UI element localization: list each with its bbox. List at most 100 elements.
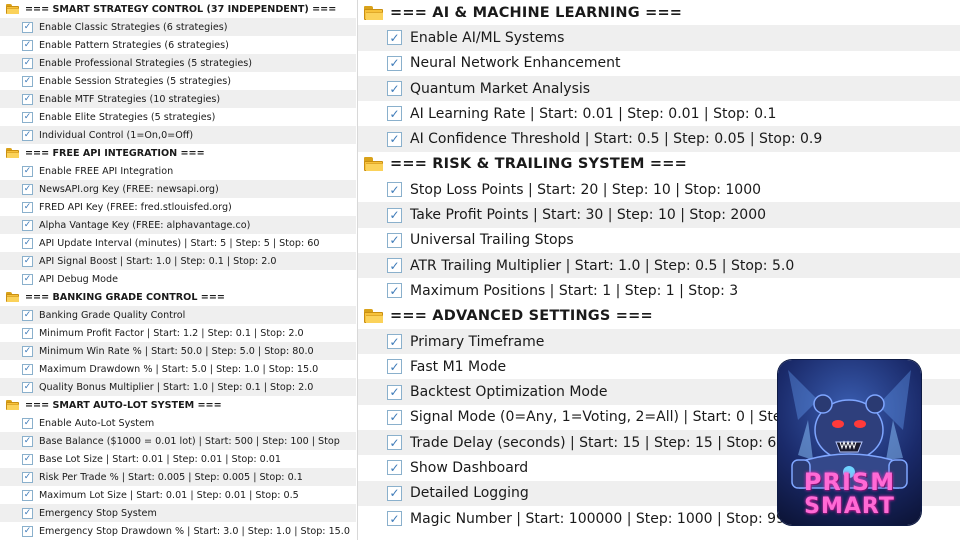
setting-label: Enable AI/ML Systems <box>410 29 565 46</box>
setting-row[interactable]: ✓ Enable Session Strategies (5 strategies… <box>0 72 356 90</box>
checkbox-checked-icon[interactable]: ✓ <box>387 359 402 375</box>
setting-row[interactable]: ✓ Maximum Drawdown % | Start: 5.0 | Step:… <box>0 360 356 378</box>
checkbox-checked-icon[interactable]: ✓ <box>387 30 402 46</box>
checkbox-checked-icon[interactable]: ✓ <box>387 409 402 425</box>
checkbox-checked-icon[interactable]: ✓ <box>387 283 402 299</box>
section-header[interactable]: === ADVANCED SETTINGS === <box>358 303 960 329</box>
checkbox-checked-icon[interactable]: ✓ <box>22 129 33 141</box>
setting-row[interactable]: ✓ Quantum Market Analysis <box>358 75 960 102</box>
checkbox-checked-icon[interactable]: ✓ <box>22 507 33 519</box>
section-header[interactable]: === SMART STRATEGY CONTROL (37 INDEPENDE… <box>0 0 356 18</box>
setting-row[interactable]: ✓ Quality Bonus Multiplier | Start: 1.0 |… <box>0 378 356 396</box>
checkbox-checked-icon[interactable]: ✓ <box>387 334 402 349</box>
setting-row[interactable]: ✓ Base Lot Size | Start: 0.01 | Step: 0.0… <box>0 450 356 468</box>
setting-row[interactable]: ✓ Emergency Stop Drawdown % | Start: 3.0 … <box>0 522 356 540</box>
section-header[interactable]: === AI & MACHINE LEARNING === <box>358 0 960 26</box>
setting-row[interactable]: ✓ Enable Auto-Lot System <box>0 414 356 432</box>
setting-row[interactable]: ✓ ATR Trailing Multiplier | Start: 1.0 | … <box>358 252 960 279</box>
setting-row[interactable]: ✓ Minimum Profit Factor | Start: 1.2 | St… <box>0 324 356 342</box>
checkbox-checked-icon[interactable]: ✓ <box>387 81 402 97</box>
checkbox-checked-icon[interactable]: ✓ <box>387 384 402 400</box>
checkbox-checked-icon[interactable]: ✓ <box>22 93 33 105</box>
setting-row[interactable]: ✓ Enable AI/ML Systems <box>358 25 960 51</box>
setting-row[interactable]: ✓ Primary Timeframe <box>358 328 960 355</box>
checkbox-checked-icon[interactable]: ✓ <box>22 471 33 483</box>
setting-row[interactable]: ✓ AI Learning Rate | Start: 0.01 | Step: … <box>358 101 960 127</box>
checkbox-checked-icon[interactable]: ✓ <box>387 460 402 476</box>
setting-row[interactable]: ✓ Maximum Positions | Start: 1 | Step: 1 … <box>358 278 960 304</box>
setting-row[interactable]: ✓ Banking Grade Quality Control <box>0 306 356 324</box>
left-settings-panel: === SMART STRATEGY CONTROL (37 INDEPENDE… <box>0 0 356 540</box>
setting-row[interactable]: ✓ API Update Interval (minutes) | Start: … <box>0 234 356 252</box>
setting-row[interactable]: ✓ Individual Control (1=On,0=Off) <box>0 126 356 144</box>
checkbox-checked-icon[interactable]: ✓ <box>387 435 402 451</box>
checkbox-checked-icon[interactable]: ✓ <box>22 75 33 87</box>
checkbox-checked-icon[interactable]: ✓ <box>387 485 402 501</box>
section-header[interactable]: === SMART AUTO-LOT SYSTEM === <box>0 396 356 414</box>
checkbox-checked-icon[interactable]: ✓ <box>22 489 33 501</box>
checkbox-checked-icon[interactable]: ✓ <box>387 182 402 198</box>
folder-icon <box>364 309 383 324</box>
setting-row[interactable]: ✓ AI Confidence Threshold | Start: 0.5 | … <box>358 126 960 152</box>
setting-label: Emergency Stop System <box>39 507 157 519</box>
section-header[interactable]: === FREE API INTEGRATION === <box>0 144 356 162</box>
checkbox-checked-icon[interactable]: ✓ <box>22 165 33 177</box>
checkbox-checked-icon[interactable]: ✓ <box>22 453 33 465</box>
setting-row[interactable]: ✓ Enable Professional Strategies (5 strat… <box>0 54 356 72</box>
setting-row[interactable]: ✓ Stop Loss Points | Start: 20 | Step: 10… <box>358 177 960 203</box>
setting-row[interactable]: ✓ Risk Per Trade % | Start: 0.005 | Step:… <box>0 468 356 486</box>
setting-label: FRED API Key (FREE: fred.stlouisfed.org) <box>39 201 232 213</box>
section-header[interactable]: === RISK & TRAILING SYSTEM === <box>358 151 960 178</box>
setting-row[interactable]: ✓ Emergency Stop System <box>0 504 356 522</box>
setting-row[interactable]: ✓ FRED API Key (FREE: fred.stlouisfed.org… <box>0 198 356 216</box>
setting-row[interactable]: ✓ Minimum Win Rate % | Start: 50.0 | Step… <box>0 342 356 360</box>
setting-label: Show Dashboard <box>410 459 529 476</box>
checkbox-checked-icon[interactable]: ✓ <box>387 106 402 122</box>
setting-row[interactable]: ✓ API Signal Boost | Start: 1.0 | Step: 0… <box>0 252 356 270</box>
checkbox-checked-icon[interactable]: ✓ <box>22 57 33 69</box>
section-header[interactable]: === BANKING GRADE CONTROL === <box>0 288 356 306</box>
setting-label: Quality Bonus Multiplier | Start: 1.0 | … <box>39 381 314 393</box>
setting-row[interactable]: ✓ Enable Elite Strategies (5 strategies) <box>0 108 356 126</box>
setting-row[interactable]: ✓ Alpha Vantage Key (FREE: alphavantage.c… <box>0 216 356 234</box>
checkbox-checked-icon[interactable]: ✓ <box>22 255 33 267</box>
setting-row[interactable]: ✓ Universal Trailing Stops <box>358 227 960 253</box>
checkbox-checked-icon[interactable]: ✓ <box>22 363 33 375</box>
setting-row[interactable]: ✓ NewsAPI.org Key (FREE: newsapi.org) <box>0 180 356 198</box>
checkbox-checked-icon[interactable]: ✓ <box>22 417 33 429</box>
setting-row[interactable]: ✓ Maximum Lot Size | Start: 0.01 | Step: … <box>0 486 356 504</box>
folder-icon <box>364 5 383 20</box>
checkbox-checked-icon[interactable]: ✓ <box>22 21 33 33</box>
setting-row[interactable]: ✓ Enable Classic Strategies (6 strategies… <box>0 18 356 36</box>
setting-row[interactable]: ✓ Enable FREE API Integration <box>0 162 356 180</box>
section-header-label: === AI & MACHINE LEARNING === <box>390 4 683 21</box>
setting-row[interactable]: ✓ Enable Pattern Strategies (6 strategies… <box>0 36 356 54</box>
checkbox-checked-icon[interactable]: ✓ <box>22 183 33 195</box>
checkbox-checked-icon[interactable]: ✓ <box>22 381 33 393</box>
checkbox-checked-icon[interactable]: ✓ <box>22 219 33 231</box>
setting-label: Banking Grade Quality Control <box>39 309 186 321</box>
checkbox-checked-icon[interactable]: ✓ <box>387 207 402 223</box>
checkbox-checked-icon[interactable]: ✓ <box>22 309 33 321</box>
checkbox-checked-icon[interactable]: ✓ <box>22 273 33 285</box>
checkbox-checked-icon[interactable]: ✓ <box>22 111 33 123</box>
checkbox-checked-icon[interactable]: ✓ <box>387 511 402 527</box>
checkbox-checked-icon[interactable]: ✓ <box>22 237 33 249</box>
setting-row[interactable]: ✓ Take Profit Points | Start: 30 | Step: … <box>358 202 960 228</box>
checkbox-checked-icon[interactable]: ✓ <box>22 435 33 447</box>
checkbox-checked-icon[interactable]: ✓ <box>22 327 33 339</box>
checkbox-checked-icon[interactable]: ✓ <box>22 345 33 357</box>
setting-row[interactable]: ✓ Base Balance ($1000 = 0.01 lot) | Start… <box>0 432 356 450</box>
setting-row[interactable]: ✓ Neural Network Enhancement <box>358 50 960 76</box>
checkbox-checked-icon[interactable]: ✓ <box>387 258 402 274</box>
setting-label: Base Balance ($1000 = 0.01 lot) | Start:… <box>39 435 340 447</box>
setting-row[interactable]: ✓ Enable MTF Strategies (10 strategies) <box>0 90 356 108</box>
checkbox-checked-icon[interactable]: ✓ <box>387 131 402 147</box>
checkbox-checked-icon[interactable]: ✓ <box>22 201 33 213</box>
setting-row[interactable]: ✓ API Debug Mode <box>0 270 356 288</box>
checkbox-checked-icon[interactable]: ✓ <box>22 525 33 537</box>
section-header-label: === SMART AUTO-LOT SYSTEM === <box>25 399 222 411</box>
checkbox-checked-icon[interactable]: ✓ <box>387 232 402 248</box>
checkbox-checked-icon[interactable]: ✓ <box>387 55 402 71</box>
checkbox-checked-icon[interactable]: ✓ <box>22 39 33 51</box>
